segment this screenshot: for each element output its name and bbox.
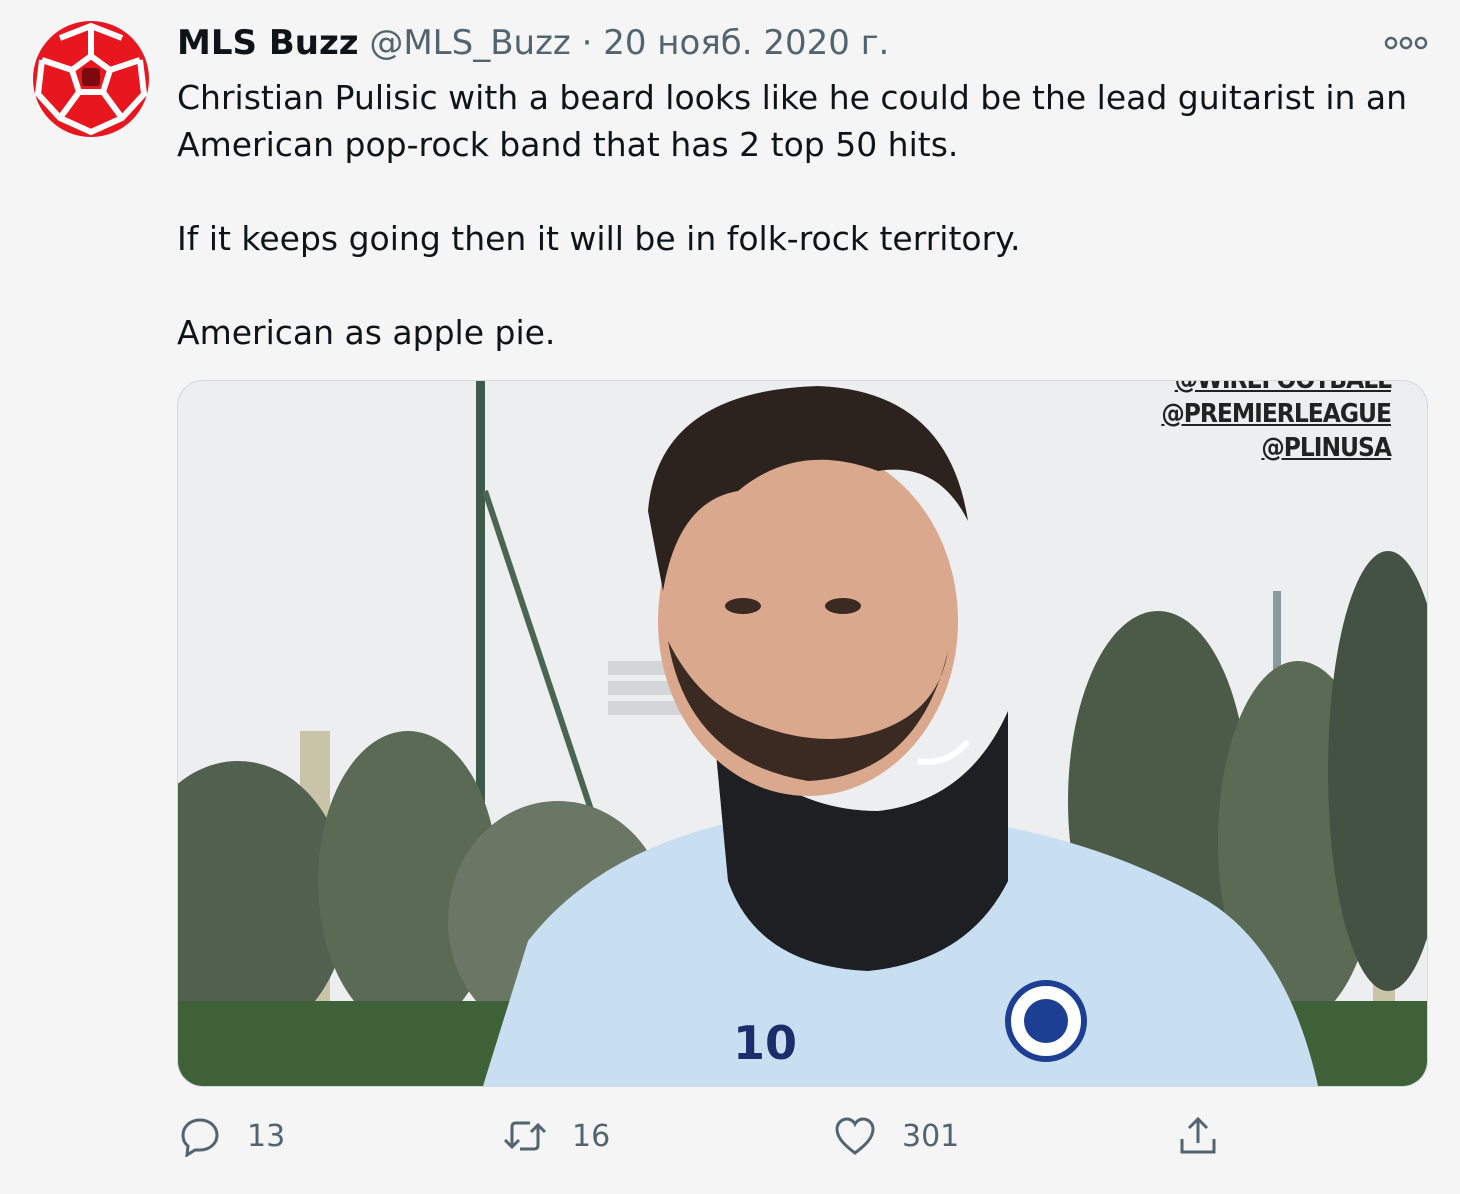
heart-icon — [832, 1113, 878, 1159]
tweet-date[interactable]: 20 нояб. 2020 г. — [603, 23, 889, 63]
tweet-text-line: Christian Pulisic with a beard looks lik… — [177, 78, 1408, 117]
soccer-ball-avatar-icon — [33, 21, 149, 137]
more-options-button[interactable] — [1382, 28, 1430, 58]
tweet-text-line: American pop-rock band that has 2 top 50… — [177, 125, 959, 164]
reply-bubble-icon — [177, 1113, 223, 1159]
tweet-photo[interactable]: 10 @WIREFOOTBALL @PREMIERLEAGUE @PLINUSA — [177, 380, 1428, 1087]
like-button[interactable]: 301 — [832, 1108, 959, 1164]
more-dots-icon — [1384, 36, 1428, 50]
reply-count: 13 — [247, 1118, 286, 1154]
tweet-text: Christian Pulisic with a beard looks lik… — [177, 74, 1417, 356]
retweet-arrows-icon — [502, 1113, 548, 1159]
author-handle[interactable]: @MLS_Buzz — [369, 23, 570, 63]
shirt-number: 10 — [733, 1016, 797, 1070]
photo-watermark: @WIREFOOTBALL @PREMIERLEAGUE @PLINUSA — [1161, 380, 1392, 465]
tweet-header: MLS Buzz @MLS_Buzz · 20 нояб. 2020 г. — [177, 20, 889, 66]
share-upload-icon — [1175, 1113, 1221, 1159]
reply-button[interactable]: 13 — [177, 1108, 285, 1164]
watermark-line: @PLINUSA — [1261, 433, 1392, 463]
watermark-line: @WIREFOOTBALL — [1174, 380, 1392, 395]
share-button[interactable] — [1175, 1108, 1221, 1164]
author-avatar[interactable] — [30, 18, 152, 140]
tweet-card[interactable]: MLS Buzz @MLS_Buzz · 20 нояб. 2020 г. Ch… — [0, 0, 1460, 1194]
tweet-actions: 13 16 301 — [177, 1108, 1237, 1164]
author-name[interactable]: MLS Buzz — [177, 23, 359, 63]
watermark-line: @PREMIERLEAGUE — [1161, 399, 1392, 429]
retweet-count: 16 — [572, 1118, 611, 1154]
tweet-text-line: American as apple pie. — [177, 313, 556, 352]
player-photo: 10 — [178, 381, 1427, 1086]
tweet-text-line: If it keeps going then it will be in fol… — [177, 219, 1021, 258]
like-count: 301 — [902, 1118, 960, 1154]
header-separator: · — [581, 23, 593, 63]
retweet-button[interactable]: 16 — [502, 1108, 610, 1164]
